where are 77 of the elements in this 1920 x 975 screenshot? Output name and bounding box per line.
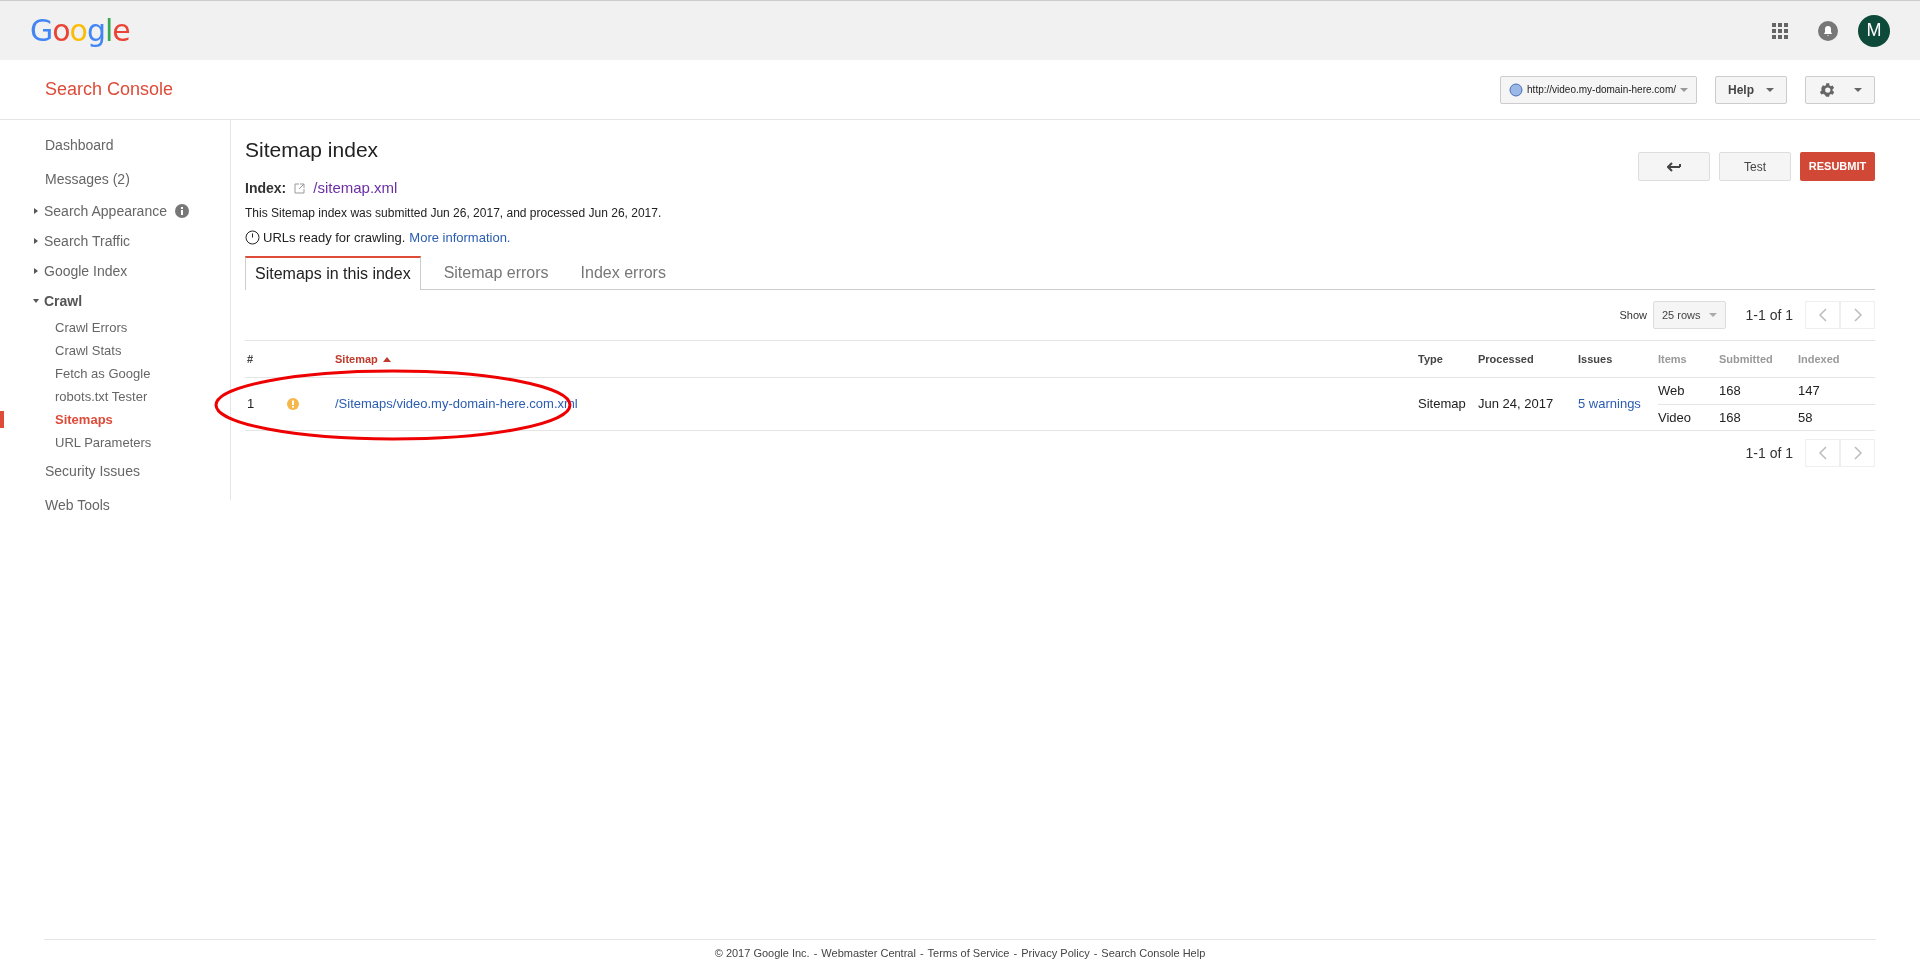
back-button[interactable] bbox=[1638, 152, 1710, 181]
rows-per-page-select[interactable]: 25 rows bbox=[1653, 301, 1726, 329]
sidebar-item[interactable]: Google Index bbox=[44, 260, 128, 282]
status-text: URLs ready for crawling. bbox=[263, 228, 406, 247]
footer-link[interactable]: Webmaster Central bbox=[821, 945, 916, 962]
table-cell: Sitemap bbox=[1418, 396, 1466, 412]
more-information-link[interactable]: More information. bbox=[409, 227, 511, 247]
column-header[interactable]: Issues bbox=[1578, 350, 1613, 368]
sidebar-subitem[interactable]: Crawl Stats bbox=[55, 340, 122, 361]
tab[interactable]: Sitemaps in this index bbox=[245, 256, 421, 290]
settings-icon bbox=[1818, 80, 1836, 99]
row-number: 1 bbox=[247, 396, 255, 412]
sidebar-subitem[interactable]: URL Parameters bbox=[55, 432, 152, 453]
warnings-link[interactable]: 5 warnings bbox=[1578, 396, 1641, 412]
show-label: Show bbox=[1619, 307, 1647, 323]
clock-icon bbox=[245, 229, 260, 245]
footer-link[interactable]: Search Console Help bbox=[1101, 945, 1206, 962]
copyright-text: © 2017 Google Inc. bbox=[714, 946, 810, 962]
chevron-left-icon bbox=[1818, 308, 1827, 322]
sidebar-item[interactable]: Search Appearance bbox=[44, 200, 167, 222]
google-logo[interactable]: Google bbox=[30, 8, 130, 53]
notification-bell-icon[interactable] bbox=[1818, 20, 1838, 41]
submission-info: This Sitemap index was submitted Jun 26, 2017, and processed Jun 26, 2017. bbox=[245, 204, 663, 222]
table-cell-text: Web bbox=[1658, 382, 1686, 401]
footer-link[interactable]: Privacy Policy bbox=[1021, 945, 1090, 962]
table-cell-text: 168 bbox=[1719, 382, 1742, 401]
pagination-count: 1-1 of 1 bbox=[1745, 305, 1793, 325]
chevron-right-icon bbox=[1853, 308, 1862, 322]
chevron-right-icon bbox=[1853, 446, 1862, 460]
info-icon[interactable] bbox=[175, 204, 189, 218]
column-header[interactable]: # bbox=[247, 350, 254, 368]
product-title[interactable]: Search Console bbox=[45, 76, 174, 103]
table-cell: Jun 24, 2017 bbox=[1478, 396, 1554, 412]
table-cell-text: 58 bbox=[1798, 408, 1814, 427]
footer-link[interactable]: Terms of Service bbox=[927, 945, 1010, 962]
dropdown-arrow-icon bbox=[1680, 87, 1688, 92]
tab[interactable]: Index errors bbox=[571, 256, 675, 289]
sort-ascending-icon bbox=[382, 356, 391, 362]
dropdown-arrow-icon bbox=[1766, 87, 1774, 92]
sidebar-subitem[interactable]: Fetch as Google bbox=[55, 363, 151, 384]
sidebar-item[interactable]: Messages (2) bbox=[45, 168, 130, 190]
settings-button[interactable] bbox=[1805, 75, 1875, 104]
sidebar-item[interactable]: Web Tools bbox=[45, 494, 110, 516]
dropdown-arrow-icon bbox=[1854, 87, 1862, 92]
help-button[interactable]: Help bbox=[1715, 75, 1787, 104]
column-header[interactable]: Type bbox=[1418, 350, 1443, 368]
property-selector[interactable]: http://video.my-domain-here.com/ bbox=[1500, 75, 1697, 104]
tab[interactable]: Sitemap errors bbox=[434, 256, 558, 289]
table-cell-text: Video bbox=[1658, 408, 1692, 427]
test-button[interactable]: Test bbox=[1719, 152, 1791, 181]
index-link[interactable]: /sitemap.xml bbox=[313, 177, 398, 200]
chevron-left-icon bbox=[1818, 446, 1827, 460]
separator-text: - bbox=[1093, 946, 1098, 962]
sidebar-subitem[interactable]: Crawl Errors bbox=[55, 317, 128, 338]
column-header[interactable]: Processed bbox=[1478, 350, 1534, 368]
separator-text: - bbox=[813, 946, 818, 962]
sidebar-item[interactable]: Crawl bbox=[44, 290, 83, 312]
separator-text: - bbox=[919, 946, 924, 962]
dropdown-arrow-icon bbox=[1708, 313, 1717, 317]
page-title: Sitemap index bbox=[245, 137, 379, 163]
sidebar-item[interactable]: Dashboard bbox=[45, 134, 114, 156]
account-avatar[interactable]: M bbox=[1858, 14, 1890, 47]
sidebar-subitem[interactable]: Sitemaps bbox=[55, 409, 113, 430]
resubmit-button[interactable]: RESUBMIT bbox=[1800, 152, 1875, 181]
sidebar-item[interactable]: Search Traffic bbox=[44, 230, 131, 252]
apps-grid-icon[interactable] bbox=[1772, 22, 1788, 39]
external-link-icon bbox=[294, 182, 306, 194]
return-arrow-icon bbox=[1667, 161, 1681, 172]
globe-icon bbox=[1509, 82, 1524, 97]
sidebar-item[interactable]: Security Issues bbox=[45, 460, 140, 482]
table-cell-text: 147 bbox=[1798, 382, 1821, 401]
sidebar-subitem[interactable]: robots.txt Tester bbox=[55, 386, 148, 407]
separator-text: - bbox=[1013, 946, 1018, 962]
column-header[interactable]: Sitemap bbox=[335, 350, 378, 368]
pagination-count: 1-1 of 1 bbox=[1745, 443, 1793, 463]
index-label: Index: bbox=[245, 178, 287, 198]
table-cell-text: 168 bbox=[1719, 408, 1742, 427]
